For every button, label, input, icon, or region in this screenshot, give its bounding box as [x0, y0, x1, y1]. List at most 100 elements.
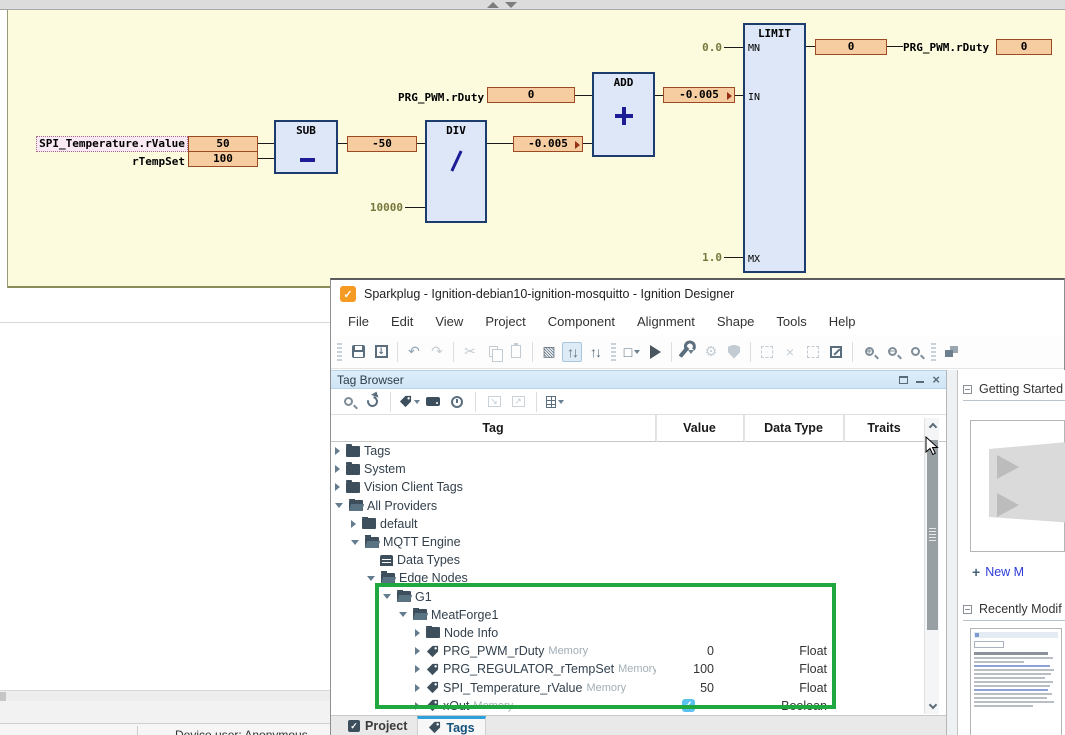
fbd-constant-mx[interactable]: 1.0 — [698, 251, 722, 264]
collapse-arrow-icon[interactable] — [335, 503, 343, 508]
fit-bounds-button[interactable] — [803, 342, 823, 362]
fbd-block-div[interactable]: DIV — [425, 120, 487, 223]
column-header-tag[interactable]: Tag — [331, 415, 656, 441]
fbd-variable-spi-temperature[interactable]: SPI_Temperature.rValue — [36, 136, 188, 152]
tab-tags[interactable]: Tags — [417, 716, 485, 735]
minimize-panel-icon[interactable] — [916, 381, 924, 383]
splitter-down-icon[interactable] — [505, 2, 517, 8]
fbd-value-spi[interactable]: 50 — [188, 136, 258, 152]
fbd-variable-pwm-out[interactable]: PRG_PWM.rDuty — [903, 41, 993, 54]
fbd-value-sub-out[interactable]: -50 — [347, 136, 417, 152]
fbd-value-div-out[interactable]: -0.005 — [513, 136, 583, 152]
grid-options-button[interactable] — [546, 393, 564, 411]
recently-modified-section-header[interactable]: Recently Modif — [963, 602, 1065, 616]
tab-project[interactable]: ✓ Project — [338, 716, 417, 735]
splitter-bar[interactable] — [0, 0, 1065, 10]
fbd-constant-10000[interactable]: 10000 — [362, 201, 403, 214]
menu-shape[interactable]: Shape — [706, 308, 766, 335]
collapse-section-icon[interactable] — [963, 385, 972, 394]
tree-row-system[interactable]: System — [331, 460, 946, 478]
splitter-up-icon[interactable] — [487, 2, 499, 8]
fbd-value-pwm-out[interactable]: 0 — [996, 39, 1052, 55]
horizontal-scrollbar[interactable] — [0, 690, 330, 701]
save-import-button[interactable]: ↓ — [371, 342, 391, 362]
udt-definitions-button[interactable] — [424, 393, 442, 411]
scroll-down-button[interactable] — [925, 699, 940, 714]
cut-button[interactable]: ✂ — [460, 342, 480, 362]
expand-arrow-icon[interactable] — [351, 520, 356, 528]
add-tag-button[interactable] — [400, 393, 418, 411]
tag-browser-header[interactable]: Tag Browser × — [331, 370, 946, 389]
save-button[interactable] — [348, 342, 368, 362]
getting-started-section-header[interactable]: Getting Started — [963, 382, 1065, 396]
undo-button[interactable]: ↶ — [404, 342, 424, 362]
expand-arrow-icon[interactable] — [335, 465, 340, 473]
refresh-button[interactable] — [363, 393, 381, 411]
collapse-arrow-icon[interactable] — [351, 540, 359, 545]
vertical-scrollbar[interactable] — [924, 418, 939, 714]
menu-tools[interactable]: Tools — [765, 308, 817, 335]
recently-modified-thumbnail[interactable] — [970, 628, 1062, 735]
fbd-block-limit[interactable]: LIMIT MN IN MX — [743, 23, 806, 273]
timer-button[interactable] — [448, 393, 466, 411]
import-tags-button[interactable]: ↘ — [485, 393, 503, 411]
collapse-arrow-icon[interactable] — [367, 576, 375, 581]
title-bar[interactable]: ✓ Sparkplug - Ignition-debian10-ignition… — [331, 280, 1064, 308]
fbd-variable-pwm-in[interactable]: PRG_PWM.rDuty — [398, 91, 484, 104]
column-header-traits[interactable]: Traits — [844, 415, 924, 441]
redo-button[interactable]: ↷ — [427, 342, 447, 362]
style-toggle-button[interactable]: ▧ — [539, 342, 559, 362]
expand-arrow-icon[interactable] — [335, 447, 340, 455]
getting-started-thumbnail[interactable] — [970, 420, 1065, 552]
expand-bounds-button[interactable] — [757, 342, 777, 362]
search-button[interactable] — [339, 393, 357, 411]
fbd-value-add-out[interactable]: -0.005 — [663, 87, 735, 103]
new-item-link[interactable]: + New M — [972, 564, 1024, 580]
tree-row-all-providers[interactable]: All Providers — [331, 497, 946, 515]
cascade-windows-button[interactable] — [942, 342, 962, 362]
security-button[interactable] — [724, 342, 744, 362]
menu-component[interactable]: Component — [537, 308, 626, 335]
toolbar-grip[interactable] — [337, 343, 342, 361]
tree-row-tags[interactable]: Tags — [331, 442, 946, 460]
expand-arrow-icon[interactable] — [335, 483, 340, 491]
zoom-reset-button[interactable] — [905, 342, 925, 362]
fbd-value-rtempset[interactable]: 100 — [188, 151, 258, 167]
menu-file[interactable]: File — [337, 308, 380, 335]
tools-wrench-button[interactable] — [678, 342, 698, 362]
column-header-datatype[interactable]: Data Type — [744, 415, 844, 441]
float-panel-icon[interactable] — [899, 376, 908, 384]
scrollbar-thumb[interactable] — [0, 692, 6, 701]
close-panel-icon[interactable]: × — [932, 375, 940, 385]
toolbar-grip[interactable] — [611, 343, 616, 361]
export-tags-button[interactable]: ↗ — [509, 393, 527, 411]
shape-select-button[interactable]: □ — [622, 342, 642, 362]
menu-edit[interactable]: Edit — [380, 308, 424, 335]
tree-row-mqtt-engine[interactable]: MQTT Engine — [331, 533, 946, 551]
collapse-section-icon[interactable] — [963, 605, 972, 614]
column-header-value[interactable]: Value — [656, 415, 744, 441]
fbd-editor-canvas[interactable]: SPI_Temperature.rValue 50 rTempSet 100 S… — [0, 10, 1065, 288]
resize-button[interactable] — [826, 342, 846, 362]
menu-help[interactable]: Help — [818, 308, 867, 335]
toolbar-grip[interactable] — [931, 343, 936, 361]
paste-button[interactable] — [506, 342, 526, 362]
sort-ascending-toggle[interactable]: ↑↓ — [562, 342, 582, 362]
copy-button[interactable] — [483, 342, 503, 362]
tree-row-default[interactable]: default — [331, 515, 946, 533]
scrollbar-thumb[interactable] — [927, 440, 938, 630]
fbd-block-add[interactable]: ADD — [592, 72, 655, 157]
fbd-constant-mn[interactable]: 0.0 — [698, 41, 722, 54]
menu-project[interactable]: Project — [474, 308, 536, 335]
project-properties-button[interactable]: ⚙ — [701, 342, 721, 362]
menu-alignment[interactable]: Alignment — [626, 308, 706, 335]
zoom-out-button[interactable]: − — [882, 342, 902, 362]
scroll-up-button[interactable] — [925, 418, 940, 433]
fbd-value-pwm-in[interactable]: 0 — [487, 87, 575, 103]
fbd-variable-rtempset[interactable]: rTempSet — [78, 155, 185, 168]
tree-row-vision-client-tags[interactable]: Vision Client Tags — [331, 478, 946, 496]
zoom-in-button[interactable]: + — [859, 342, 879, 362]
preview-play-button[interactable] — [645, 342, 665, 362]
sort-descending-toggle[interactable]: ↑↓ — [585, 342, 605, 362]
panel-splitter[interactable] — [947, 370, 957, 735]
